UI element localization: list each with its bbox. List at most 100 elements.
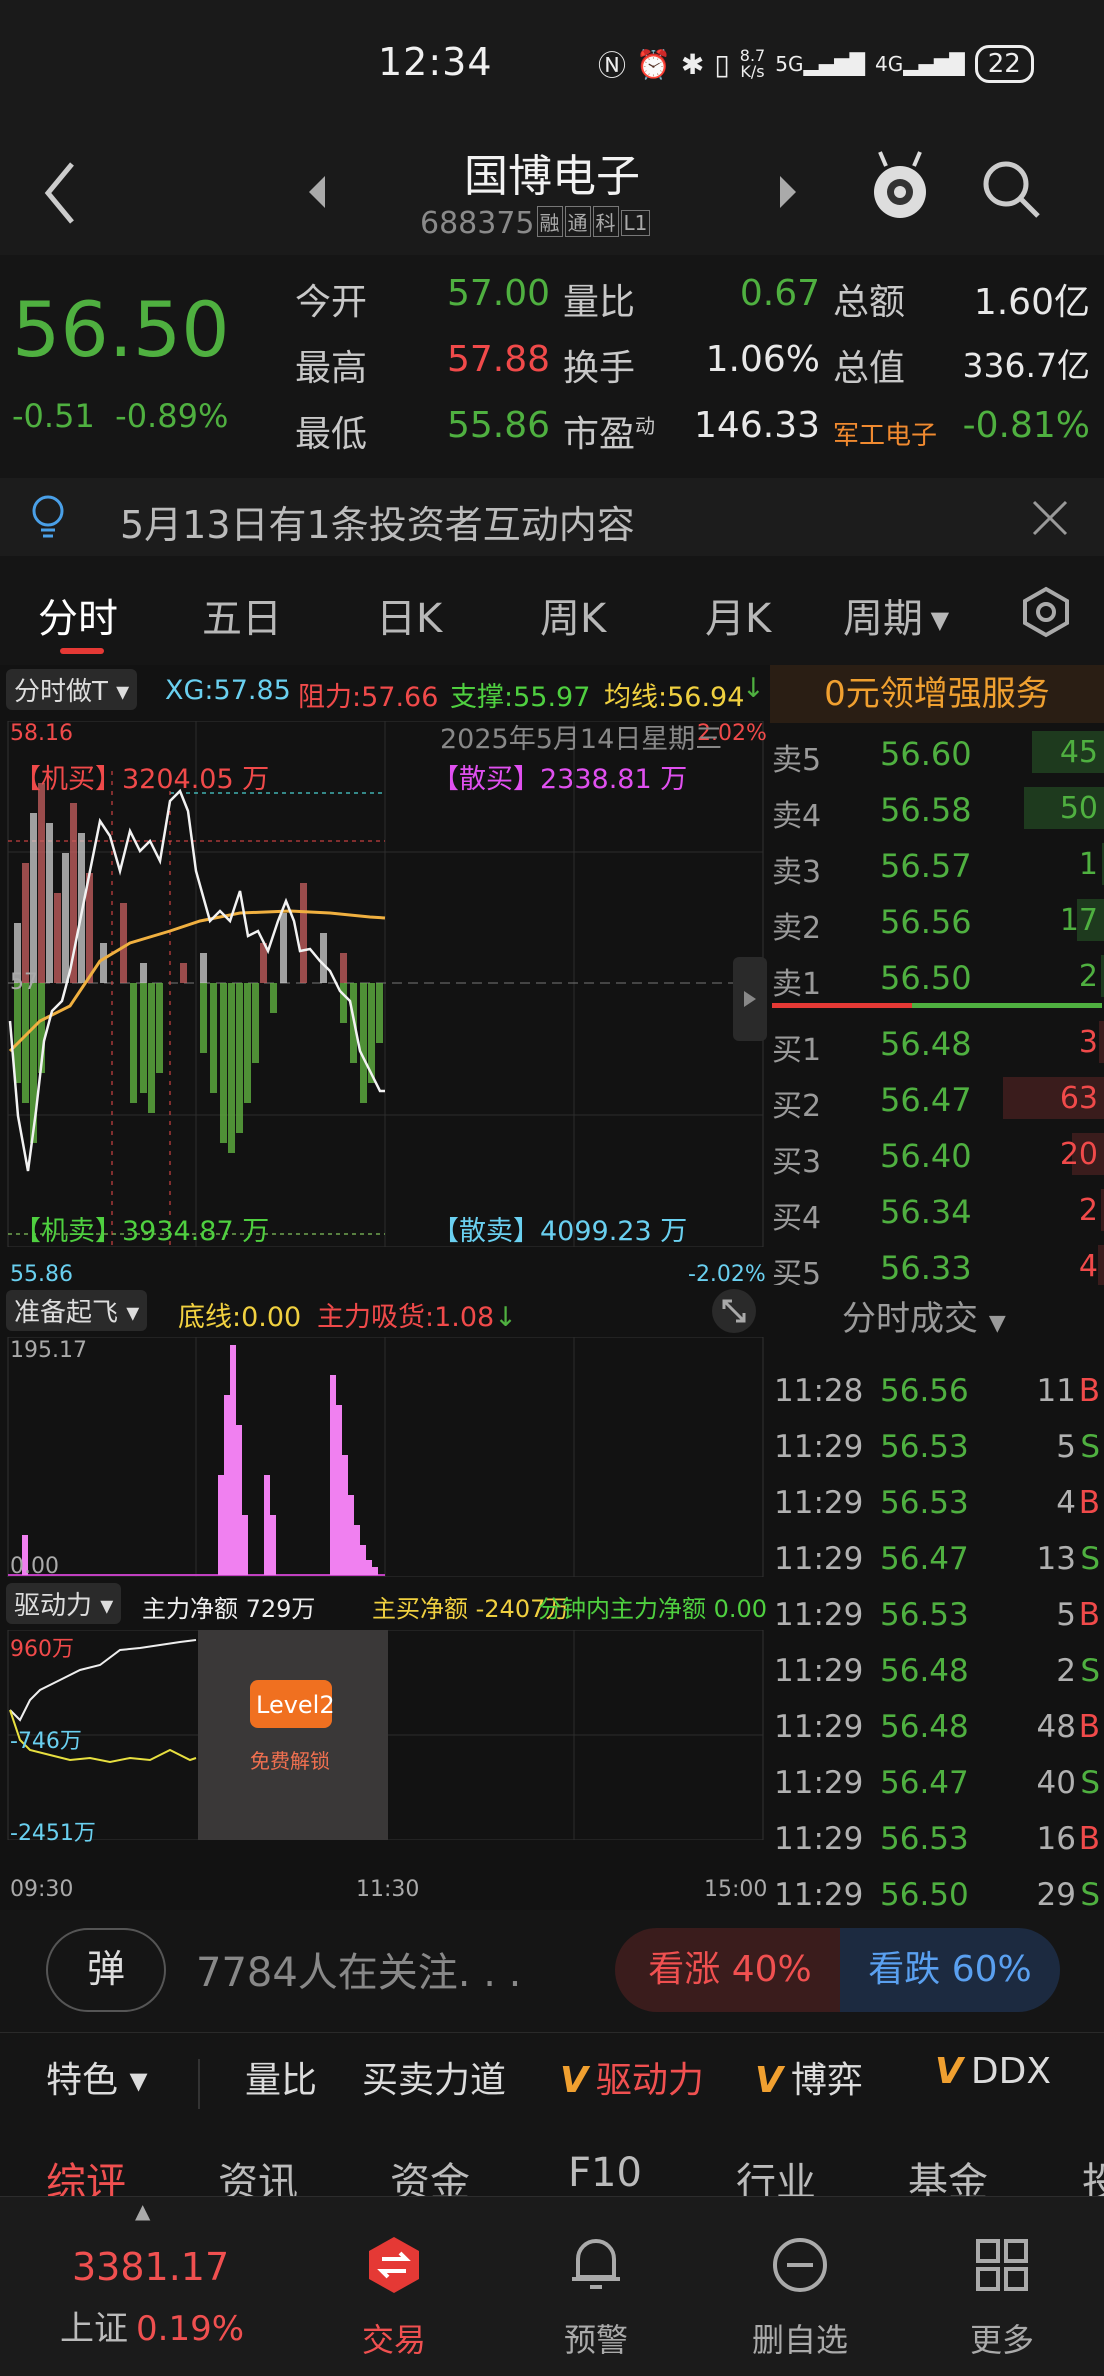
nav-alert[interactable]: 预警 <box>516 2315 676 2361</box>
next-stock-icon[interactable] <box>776 172 800 212</box>
tab-daily-k[interactable]: 日K <box>376 586 442 644</box>
notice-bar[interactable]: 5月13日有1条投资者互动内容 <box>0 478 1104 556</box>
sector-change: -0.81% <box>962 405 1090 446</box>
ask-row-3[interactable]: 卖3 56.57 1 <box>770 837 1104 891</box>
market-cap-label: 总值 <box>833 348 906 389</box>
stock-header: 国博电子 688375 融通科 L1 <box>0 130 1104 255</box>
price-line <box>8 788 385 1172</box>
fullscreen-icon[interactable] <box>710 1287 758 1335</box>
trade-side: S <box>1080 1765 1100 1801</box>
danmu-button[interactable]: 弹 <box>46 1928 166 2012</box>
flow-bar-up <box>62 853 69 983</box>
sub1-bar <box>236 1425 242 1575</box>
feature-ddx[interactable]: V DDX <box>935 2051 1051 2092</box>
trade-side: B <box>1078 1821 1100 1857</box>
chart-period-tabs: 分时 五日 日K 周K 月K 周期 ▼ <box>0 560 1104 660</box>
flow-bar-down <box>156 983 163 1073</box>
flow-bar-down <box>340 983 347 1023</box>
tab-weekly-k[interactable]: 周K <box>540 586 606 644</box>
retail-buy: 【散买】2338.81 万 <box>432 764 688 795</box>
ask-row-5[interactable]: 卖5 56.60 45 <box>770 725 1104 779</box>
lightbulb-icon <box>32 495 64 538</box>
sub2-indicator-select[interactable]: 驱动力 ▾ <box>6 1583 122 1624</box>
level-qty: 1 <box>1078 847 1098 882</box>
pct-down-label: -2.02% <box>688 1262 766 1287</box>
buy-sell-ratio-red <box>772 1003 912 1008</box>
market-cap-value: 336.7亿 <box>962 346 1090 385</box>
indicator-select[interactable]: 分时做T ▾ <box>6 669 138 710</box>
trade-price: 56.53 <box>880 1429 969 1465</box>
tab-funds[interactable]: 资金 <box>390 2150 470 2200</box>
feature-drive-force[interactable]: V 驱动力 <box>560 2051 704 2103</box>
sub2-main-net: 主力净额 729万 <box>142 1595 316 1623</box>
feature-dropdown[interactable]: 特色 ▾ <box>46 2051 148 2103</box>
support-value: 支撑:55.97 <box>450 682 591 713</box>
level-label: 买3 <box>772 1145 822 1180</box>
tab-review[interactable]: 综评 <box>46 2150 126 2200</box>
bid-row-1[interactable]: 买1 56.48 3 <box>770 1015 1104 1069</box>
time-sales-title[interactable]: 分时成交 ▼ <box>842 1291 1006 1340</box>
index-value[interactable]: 3381.17 <box>72 2245 229 2289</box>
price-low-label: 55.86 <box>10 1262 73 1287</box>
tab-news[interactable]: 资讯 <box>218 2150 298 2200</box>
trade-row: 11:29 56.53 5 S <box>770 1429 1104 1485</box>
tab-more-cut[interactable]: 投 <box>1082 2150 1104 2200</box>
sub2-chart <box>7 1630 764 1840</box>
sub1-bar <box>218 1475 224 1575</box>
flow-bar-down <box>22 983 29 1103</box>
nav-more[interactable]: 更多 <box>922 2315 1082 2361</box>
ask-row-1[interactable]: 卖1 56.50 2 <box>770 949 1104 1003</box>
nav-remove-watchlist[interactable]: 删自选 <box>720 2315 880 2361</box>
open-label: 今开 <box>295 282 368 323</box>
trade-row: 11:29 56.48 2 S <box>770 1653 1104 1709</box>
trade-icon <box>369 2237 419 2293</box>
ask-row-4[interactable]: 卖4 56.58 50 <box>770 781 1104 835</box>
feature-game[interactable]: V 博弈 <box>755 2051 863 2103</box>
trade-volume: 5 <box>1056 1429 1076 1465</box>
sub2-bottom: -2451万 <box>10 1821 96 1846</box>
flow-bar-down <box>236 983 243 1133</box>
tab-f10[interactable]: F10 <box>568 2150 642 2196</box>
bullish-button[interactable]: 看涨 40% <box>615 1928 845 2012</box>
unlock-text[interactable]: 免费解锁 <box>250 1745 330 1774</box>
search-icon[interactable] <box>978 156 1044 222</box>
feature-volume-ratio[interactable]: 量比 <box>245 2051 317 2103</box>
trade-volume: 4 <box>1056 1485 1076 1521</box>
bid-row-2[interactable]: 买2 56.47 63 <box>770 1071 1104 1125</box>
trade-price: 56.48 <box>880 1653 969 1689</box>
flow-bar-up <box>54 893 61 983</box>
settings-hexagon-icon[interactable] <box>1020 586 1072 638</box>
sub2-top: 960万 <box>10 1637 74 1662</box>
signal-5g: 5G▂▄▆█ <box>775 52 865 76</box>
tab-fund[interactable]: 基金 <box>908 2150 988 2200</box>
bid-row-4[interactable]: 买4 56.34 2 <box>770 1183 1104 1237</box>
feature-buy-sell-power[interactable]: 买卖力道 <box>362 2051 506 2103</box>
depth-bar <box>1097 1245 1104 1287</box>
sub1-indicator-select[interactable]: 准备起飞 ▾ <box>6 1290 148 1331</box>
bid-row-3[interactable]: 买3 56.40 20 <box>770 1127 1104 1181</box>
intraday-chart[interactable] <box>0 721 770 1247</box>
tab-industry[interactable]: 行业 <box>736 2150 816 2200</box>
level-qty: 20 <box>1059 1137 1098 1172</box>
close-icon[interactable] <box>1030 498 1070 538</box>
bearish-button[interactable]: 看跌 60% <box>840 1928 1060 2012</box>
tab-period[interactable]: 周期 ▼ <box>843 586 949 644</box>
flow-bar-down <box>244 983 251 1103</box>
tab-intraday[interactable]: 分时 <box>38 586 118 644</box>
sector-name[interactable]: 军工电子 <box>833 415 937 452</box>
mascot-icon[interactable] <box>868 148 932 224</box>
level-price: 56.34 <box>880 1193 972 1231</box>
tab-monthly-k[interactable]: 月K <box>705 586 771 644</box>
ask-row-2[interactable]: 卖2 56.56 17 <box>770 893 1104 947</box>
level-label: 买1 <box>772 1033 822 1068</box>
trade-time: 11:29 <box>774 1541 864 1577</box>
bell-icon <box>572 2239 620 2289</box>
turnover-amount-label: 总额 <box>833 282 906 323</box>
level-qty: 17 <box>1059 903 1098 938</box>
nav-trade[interactable]: 交易 <box>314 2315 474 2361</box>
sub1-base: 底线:0.00 <box>178 1302 302 1333</box>
sub1-main: 主力吸货:1.08↓ <box>317 1302 517 1333</box>
tab-five-day[interactable]: 五日 <box>202 586 282 644</box>
trade-side: B <box>1078 1709 1100 1745</box>
promo-banner[interactable]: 0元领增强服务 <box>770 665 1104 723</box>
